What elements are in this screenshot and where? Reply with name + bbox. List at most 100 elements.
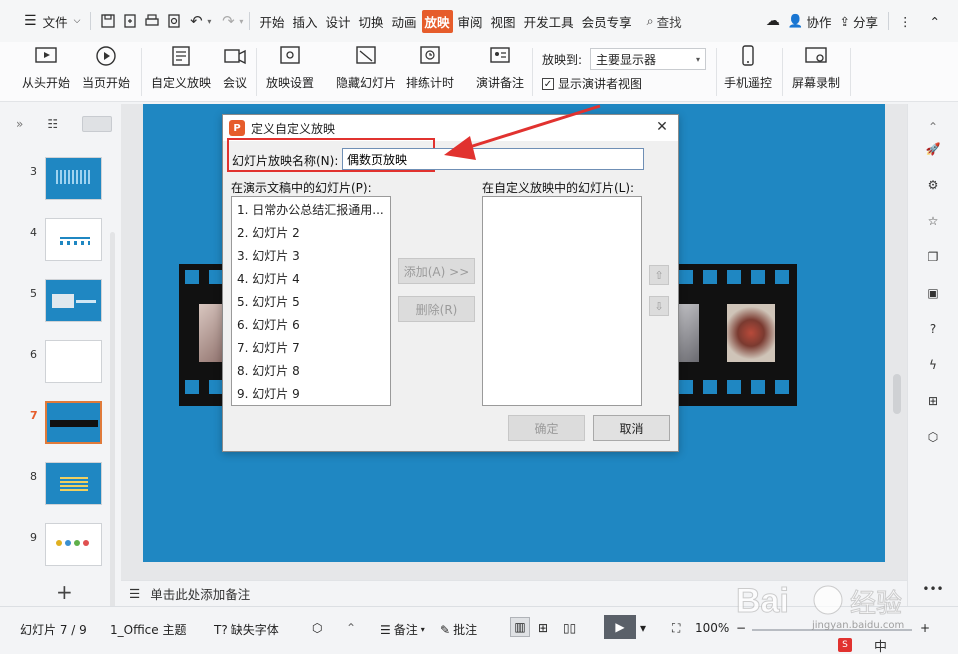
list-item[interactable]: 8. 幻灯片 8 [232, 360, 390, 383]
collab-button[interactable]: 👤 协作 [784, 8, 836, 34]
chevron-down-icon[interactable]: ▾ [239, 17, 243, 26]
canvas-scrollbar[interactable] [893, 374, 901, 414]
book-search-icon[interactable]: ⊞ [922, 390, 944, 412]
grid-view-icon[interactable]: ⊞ [538, 621, 548, 635]
main-menu-button[interactable]: ☰ 文件 ⌵ [20, 8, 84, 34]
slide-thumbnail[interactable] [45, 523, 102, 566]
missing-font-button[interactable]: T? 缺失字体 [214, 621, 279, 638]
speaker-notes-button[interactable]: 演讲备注 [476, 44, 524, 91]
help-icon[interactable]: ? [922, 318, 944, 340]
list-item[interactable]: 1. 日常办公总结汇报通用... [232, 199, 390, 222]
rehearse-button[interactable]: 排练计时 [406, 44, 454, 91]
normal-view-icon[interactable]: ▥ [510, 617, 530, 637]
meeting-button[interactable]: 会议 [222, 44, 248, 91]
list-item[interactable]: 3. 幻灯片 3 [232, 245, 390, 268]
list-item[interactable]: 4. 幻灯片 4 [232, 268, 390, 291]
chevron-down-icon[interactable]: ▾ [640, 621, 646, 635]
collab-icon: 👤 [787, 13, 804, 28]
ime-logo-icon[interactable]: S [838, 638, 852, 652]
tab-transition[interactable]: 切换 [355, 10, 386, 33]
tab-home[interactable]: 开始 [256, 10, 287, 33]
zoom-level[interactable]: 100% [695, 621, 729, 635]
list-item[interactable]: 7. 幻灯片 7 [232, 337, 390, 360]
redo-icon[interactable]: ↷ [217, 10, 239, 32]
comments-button[interactable]: ✎ 批注 [440, 621, 477, 638]
hide-slide-button[interactable]: 隐藏幻灯片 [336, 44, 396, 91]
more-menu-icon[interactable]: ⋮ [895, 8, 916, 34]
from-start-button[interactable]: 从头开始 [22, 44, 70, 91]
presenter-view-checkbox[interactable]: ✓ [542, 77, 554, 90]
ok-button[interactable]: 确定 [508, 415, 585, 441]
cube-status-icon[interactable]: ⬡ [312, 621, 322, 635]
tab-review[interactable]: 审阅 [455, 10, 486, 33]
collapse-icon[interactable]: ⌃ [922, 116, 944, 138]
thumbnail-scrollbar[interactable] [110, 232, 115, 654]
undo-icon[interactable]: ↶ [185, 10, 207, 32]
custom-show-button[interactable]: 自定义放映 [151, 44, 211, 91]
move-up-icon[interactable]: ⇧ [649, 265, 669, 285]
delete-button[interactable]: 删除(R) [398, 296, 475, 322]
slide-thumbnail[interactable] [45, 218, 102, 261]
add-slide-icon[interactable]: + [56, 580, 73, 604]
print-icon[interactable] [141, 10, 163, 32]
show-settings-button[interactable]: 放映设置 [266, 44, 314, 91]
notes-toggle-button[interactable]: ☰ 备注 ▾ [380, 621, 425, 638]
from-current-button[interactable]: 当页开始 [82, 44, 130, 91]
presentation-slides-list[interactable]: 1. 日常办公总结汇报通用... 2. 幻灯片 2 3. 幻灯片 3 4. 幻灯… [231, 196, 391, 406]
theme-name[interactable]: 1_Office 主题 [110, 621, 186, 638]
chevron-down-icon[interactable]: ▾ [207, 17, 211, 26]
fit-window-icon[interactable]: ⛶ [672, 621, 680, 636]
tab-design[interactable]: 设计 [322, 10, 353, 33]
notes-toggle-label: 备注 [393, 623, 418, 637]
presenter-view-row[interactable]: ✓ 显示演讲者视图 [542, 75, 642, 92]
rocket-icon[interactable]: 🚀 [922, 138, 944, 160]
slide-thumbnail[interactable] [45, 340, 102, 383]
tab-view[interactable]: 视图 [488, 10, 519, 33]
save-icon[interactable] [97, 10, 119, 32]
copy-icon[interactable]: ❐ [922, 246, 944, 268]
outline-view-icon[interactable]: ☷ [47, 117, 58, 131]
move-down-icon[interactable]: ⇩ [649, 296, 669, 316]
print-preview-icon[interactable] [163, 10, 185, 32]
image-icon[interactable]: ▣ [922, 282, 944, 304]
chevron-up-icon[interactable]: ⌃ [346, 621, 356, 635]
reading-view-icon[interactable]: ▯▯ [563, 621, 576, 635]
cancel-button[interactable]: 取消 [593, 415, 670, 441]
slideshow-start-icon [35, 47, 57, 63]
star-icon[interactable]: ☆ [922, 210, 944, 232]
slide-view-icon[interactable] [82, 116, 113, 132]
tab-animation[interactable]: 动画 [389, 10, 420, 33]
expand-panel-icon[interactable]: » [16, 117, 23, 131]
slide-thumbnail[interactable] [45, 279, 102, 322]
share-button[interactable]: ⇪ 分享 [836, 8, 883, 34]
add-button[interactable]: 添加(A) >> [398, 258, 475, 284]
phone-remote-button[interactable]: 手机遥控 [724, 44, 772, 91]
tab-developer[interactable]: 开发工具 [521, 10, 577, 33]
tab-insert[interactable]: 插入 [289, 10, 320, 33]
sliders-icon[interactable]: ⚙ [922, 174, 944, 196]
screen-record-button[interactable]: 屏幕录制 [792, 44, 840, 91]
close-icon[interactable]: ✕ [654, 119, 670, 135]
show-to-select[interactable]: 主要显示器 ▾ [590, 48, 707, 70]
play-slideshow-button[interactable]: ▶ [604, 615, 636, 639]
slide-thumbnail[interactable] [45, 462, 102, 505]
export-pdf-icon[interactable] [119, 10, 141, 32]
file-menu-label: 文件 [42, 14, 68, 30]
divider [90, 12, 92, 30]
phone-icon [742, 45, 754, 66]
list-item[interactable]: 6. 幻灯片 6 [232, 314, 390, 337]
collapse-ribbon-icon[interactable]: ⌃ [926, 8, 944, 34]
ime-mode-indicator[interactable]: 中 [874, 636, 887, 654]
slide-thumbnail[interactable] [45, 401, 102, 444]
custom-show-slides-list[interactable] [482, 196, 642, 406]
list-item[interactable]: 5. 幻灯片 5 [232, 291, 390, 314]
cube-icon[interactable]: ⬡ [922, 426, 944, 448]
slide-thumbnail[interactable] [45, 157, 102, 200]
list-item[interactable]: 2. 幻灯片 2 [232, 222, 390, 245]
tab-slideshow[interactable]: 放映 [421, 9, 453, 33]
lightning-icon[interactable]: ϟ [922, 354, 944, 376]
search-button[interactable]: ⌕ 查找 [643, 8, 686, 34]
list-item[interactable]: 9. 幻灯片 9 [232, 383, 390, 406]
tab-member[interactable]: 会员专享 [579, 10, 635, 33]
cloud-sync-button[interactable]: ☁ [762, 8, 784, 34]
